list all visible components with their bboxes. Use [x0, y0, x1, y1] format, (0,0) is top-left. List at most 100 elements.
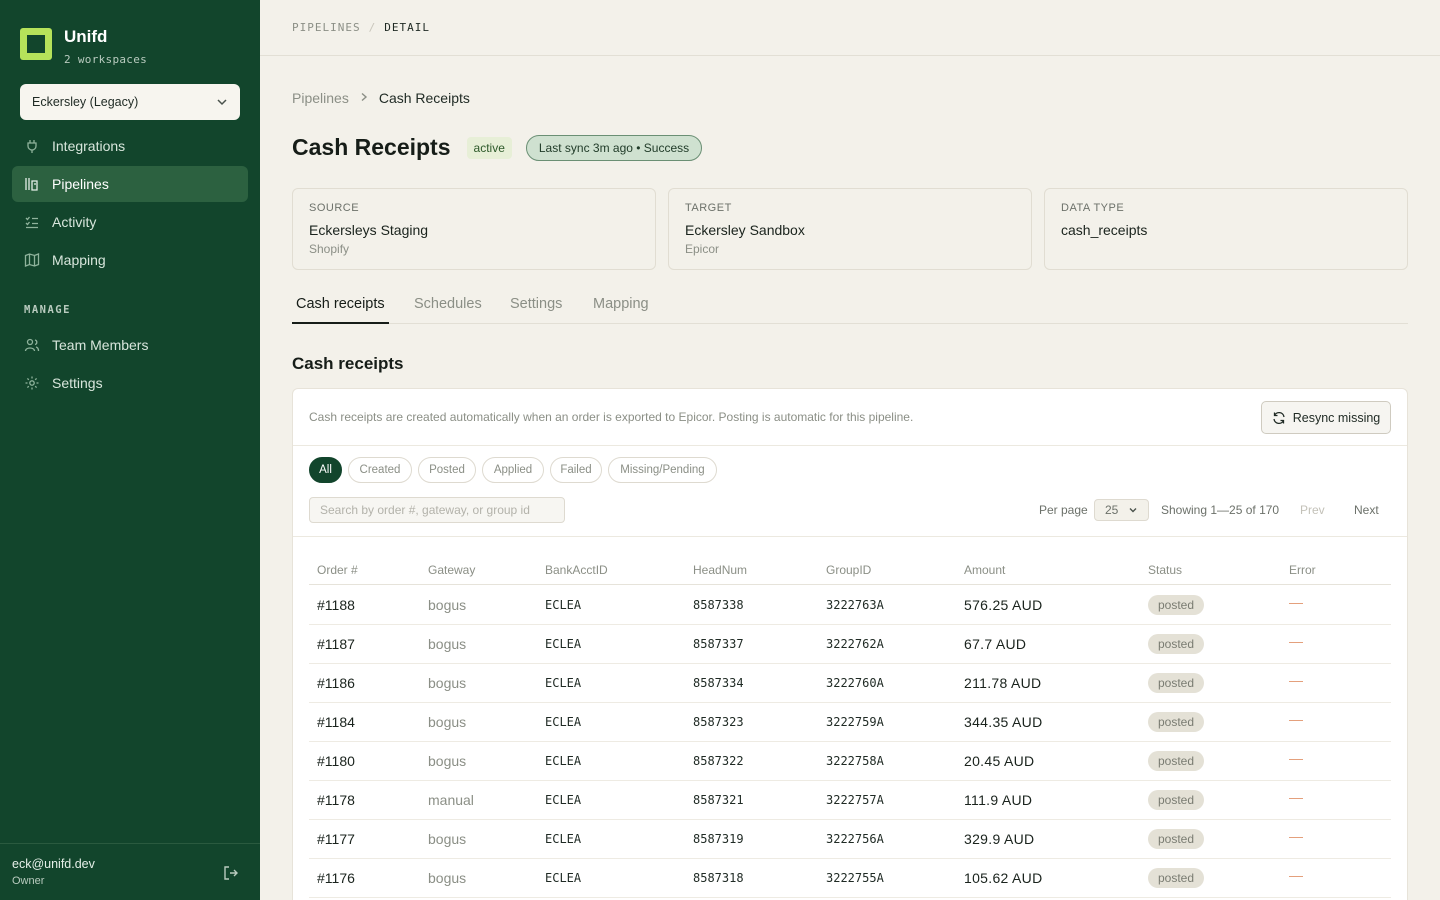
status-badge: active — [466, 136, 512, 159]
workspace-select-value: Eckersley (Legacy) — [32, 95, 139, 109]
sidebar: Unifd 2 workspaces Eckersley (Legacy) In… — [0, 0, 260, 900]
top-breadcrumb-current: DETAIL — [384, 21, 430, 34]
bank-acct-cell: ECLEA — [545, 676, 582, 690]
group-id-cell: 3222759A — [826, 715, 884, 729]
group-id-cell: 3222756A — [826, 832, 884, 846]
column-header: Status — [1148, 563, 1183, 577]
filter-all[interactable]: All — [309, 457, 342, 483]
gateway-cell: bogus — [428, 831, 467, 847]
gateway-cell: bogus — [428, 675, 467, 691]
error-cell: — — [1289, 750, 1303, 766]
card-sub: Shopify — [309, 242, 350, 256]
sidebar-item-settings[interactable]: Settings — [12, 365, 248, 401]
group-id-cell: 3222760A — [826, 676, 884, 690]
prev-page-button[interactable]: Prev — [1300, 503, 1325, 517]
error-cell: — — [1289, 711, 1303, 727]
error-cell: — — [1289, 789, 1303, 805]
column-header: Error — [1289, 563, 1316, 577]
tab-schedules[interactable]: Schedules — [414, 288, 482, 324]
filter-missing-pending[interactable]: Missing/Pending — [608, 457, 717, 483]
bank-acct-cell: ECLEA — [545, 832, 582, 846]
user-footer: eck@unifd.dev Owner — [0, 843, 260, 900]
top-bar: PIPELINES / DETAIL — [260, 0, 1440, 56]
resync-missing-button[interactable]: Resync missing — [1261, 401, 1391, 434]
gateway-cell: bogus — [428, 636, 467, 652]
resync-missing-label: Resync missing — [1292, 410, 1381, 425]
top-breadcrumb-root[interactable]: PIPELINES — [292, 21, 361, 34]
card-value: cash_receipts — [1061, 222, 1148, 238]
breadcrumb-pipelines-link[interactable]: Pipelines — [292, 90, 349, 106]
status-badge: posted — [1148, 673, 1205, 693]
pagination-summary: Showing 1—25 of 170 — [1161, 503, 1280, 517]
filter-created[interactable]: Created — [348, 457, 412, 483]
sidebar-item-label: Team Members — [52, 337, 149, 353]
next-page-button[interactable]: Next — [1354, 503, 1379, 517]
refresh-icon — [1273, 411, 1285, 424]
sidebar-item-label: Activity — [52, 214, 97, 230]
filter-failed[interactable]: Failed — [550, 457, 602, 483]
error-cell: — — [1289, 867, 1303, 883]
target-card: TARGET Eckersley Sandbox Epicor — [668, 188, 1032, 270]
sidebar-item-activity[interactable]: Activity — [12, 204, 248, 240]
status-badge: posted — [1148, 868, 1205, 888]
order-number: #1188 — [317, 597, 355, 613]
column-header: Gateway — [428, 563, 476, 577]
per-page-select[interactable]: 25 — [1094, 499, 1149, 521]
sidebar-item-team-members[interactable]: Team Members — [12, 327, 248, 363]
tab-mapping[interactable]: Mapping — [593, 288, 649, 324]
workspace-select[interactable]: Eckersley (Legacy) — [20, 84, 240, 120]
table-row[interactable]: #1187 bogus ECLEA 8587337 3222762A 67.7 AUD po… — [309, 625, 1391, 664]
card-value: Eckersleys Staging — [309, 222, 429, 238]
column-header: Order # — [317, 563, 358, 577]
head-num-cell: 8587334 — [693, 676, 744, 690]
table-row[interactable]: #1178 manual ECLEA 8587321 3222757A 111.9 AUD… — [309, 781, 1391, 820]
sidebar-item-label: Mapping — [52, 252, 106, 268]
column-header: HeadNum — [693, 563, 748, 577]
sidebar-item-integrations[interactable]: Integrations — [12, 128, 248, 164]
error-cell: — — [1289, 828, 1303, 844]
amount-cell: 211.78 AUD — [964, 675, 1042, 691]
tabs: Cash receipts Schedules Settings Mapping — [292, 288, 1408, 324]
user-role: Owner — [12, 875, 45, 887]
filter-applied[interactable]: Applied — [482, 457, 544, 483]
bank-acct-cell: ECLEA — [545, 637, 582, 651]
workspace-count: 2 workspaces — [64, 53, 148, 66]
group-id-cell: 3222758A — [826, 754, 884, 768]
table-row[interactable]: #1177 bogus ECLEA 8587319 3222756A 329.9 AUD p… — [309, 820, 1391, 859]
status-badge: posted — [1148, 790, 1205, 810]
sidebar-item-pipelines[interactable]: Pipelines — [12, 166, 248, 202]
error-cell: — — [1289, 672, 1303, 688]
top-breadcrumb: PIPELINES / DETAIL — [292, 21, 430, 34]
page-title: Cash Receipts — [292, 134, 451, 160]
gateway-cell: manual — [428, 792, 474, 808]
error-cell: — — [1289, 633, 1303, 649]
table-row[interactable]: #1176 bogus ECLEA 8587318 3222755A 105.62 AUD… — [309, 859, 1391, 898]
group-id-cell: 3222763A — [826, 598, 884, 612]
sidebar-item-mapping[interactable]: Mapping — [12, 242, 248, 278]
unifd-logo — [20, 28, 52, 60]
tab-cash-receipts[interactable]: Cash receipts — [292, 288, 389, 324]
head-num-cell: 8587321 — [693, 793, 744, 807]
order-number: #1177 — [317, 831, 355, 847]
divider — [293, 536, 1407, 537]
status-badge: posted — [1148, 712, 1205, 732]
bank-acct-cell: ECLEA — [545, 754, 582, 768]
table-row[interactable]: #1184 bogus ECLEA 8587323 3222759A 344.35 AUD… — [309, 703, 1391, 742]
title-row: Cash Receipts active Last sync 3m ago • … — [292, 134, 703, 161]
map-icon — [24, 252, 40, 268]
table-row[interactable]: #1188 bogus ECLEA 8587338 3222763A 576.25 AUD… — [309, 586, 1391, 625]
search-input[interactable] — [309, 497, 565, 523]
tab-settings[interactable]: Settings — [510, 288, 562, 324]
chevron-down-icon — [217, 99, 227, 106]
gear-icon — [24, 375, 40, 391]
filter-posted[interactable]: Posted — [418, 457, 476, 483]
sidebar-item-label: Pipelines — [52, 176, 109, 192]
order-number: #1178 — [317, 792, 355, 808]
head-num-cell: 8587323 — [693, 715, 744, 729]
table-row[interactable]: #1186 bogus ECLEA 8587334 3222760A 211.78 AUD… — [309, 664, 1391, 703]
table-row[interactable]: #1180 bogus ECLEA 8587322 3222758A 20.45 AUD p… — [309, 742, 1391, 781]
manage-section-label: MANAGE — [24, 304, 71, 316]
chevron-down-icon — [1129, 508, 1137, 513]
logout-icon[interactable] — [222, 864, 240, 882]
gateway-cell: bogus — [428, 714, 467, 730]
